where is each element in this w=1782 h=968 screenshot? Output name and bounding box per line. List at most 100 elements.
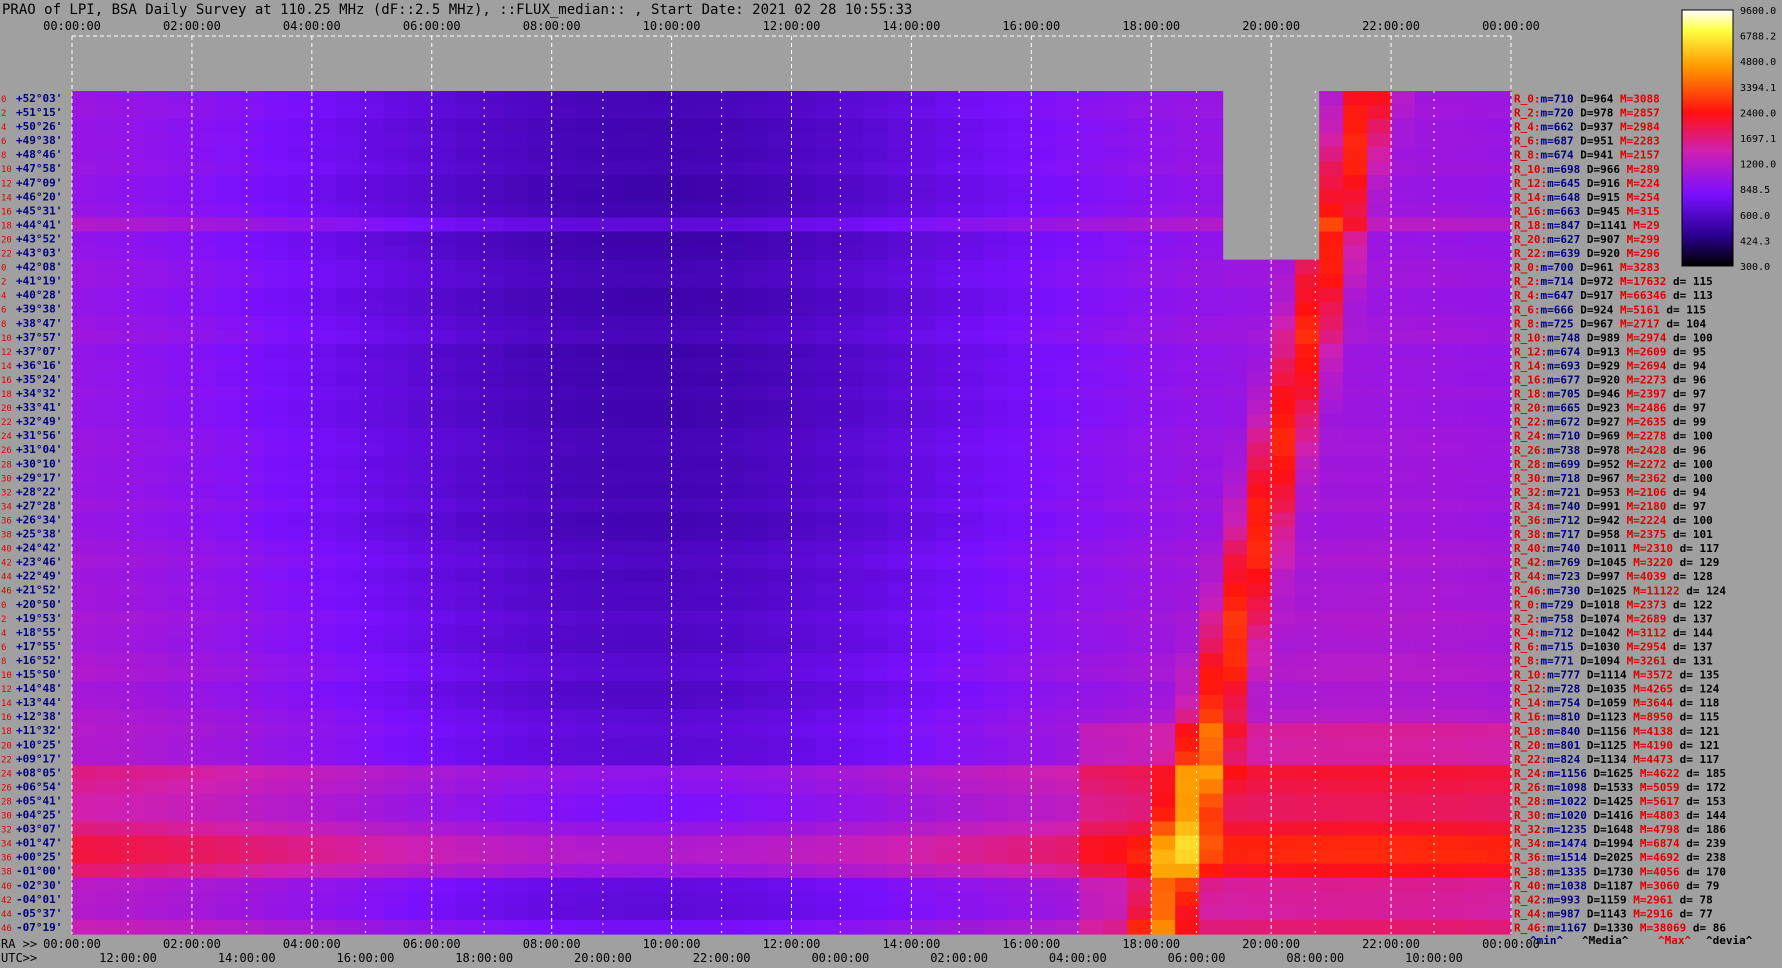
heatmap-cell — [335, 203, 361, 219]
heatmap-cell — [1367, 681, 1392, 696]
heatmap-cell — [311, 540, 337, 556]
heatmap-cell — [1343, 779, 1368, 795]
heatmap-cell — [1391, 105, 1416, 120]
heatmap-cell — [95, 498, 121, 514]
heatmap-cell — [1295, 835, 1320, 851]
stats-row: R_16:m=663 D=945 M=315 — [1514, 205, 1660, 218]
heatmap-cell — [143, 161, 169, 176]
heatmap-cell — [1463, 709, 1488, 724]
heatmap-cell — [743, 329, 769, 345]
heatmap-cell — [1271, 147, 1296, 162]
heatmap-cell — [1151, 231, 1176, 247]
beam-label: 20 — [1, 404, 12, 414]
heatmap-cell — [1199, 470, 1224, 485]
heatmap-cell — [167, 484, 193, 500]
heatmap-cell — [959, 877, 984, 893]
heatmap-cell — [1223, 638, 1248, 654]
heatmap-cell — [935, 245, 960, 261]
heatmap-cell — [1031, 681, 1056, 696]
stats-value: d= 129 — [1673, 556, 1719, 569]
heatmap-cell — [239, 105, 265, 120]
heatmap-cell — [455, 596, 481, 612]
heatmap-cell — [887, 723, 913, 738]
heatmap-cell — [887, 638, 913, 654]
heatmap-cell — [72, 821, 97, 837]
heatmap-cell — [1199, 372, 1224, 387]
heatmap-cell — [335, 554, 361, 570]
stats-footer-label: ^devia^ — [1706, 934, 1753, 947]
heatmap-cell — [791, 653, 817, 668]
heatmap-cell — [671, 203, 697, 219]
heatmap-cell — [311, 653, 337, 668]
beam-label: 16 — [1, 713, 12, 723]
heatmap-cell — [1151, 807, 1176, 823]
heatmap-cell — [431, 821, 457, 837]
heatmap-cell — [503, 610, 529, 626]
heatmap-cell — [1127, 343, 1152, 359]
beam-label: 40 — [1, 882, 12, 892]
heatmap-cell — [1271, 105, 1296, 120]
heatmap-cell — [1439, 779, 1464, 795]
heatmap-cell — [1079, 301, 1104, 317]
heatmap-cell — [455, 667, 481, 682]
heatmap-cell — [239, 301, 265, 317]
heatmap-cell — [1439, 596, 1464, 612]
heatmap-cell — [119, 231, 145, 247]
heatmap-cell — [479, 568, 505, 584]
heatmap-cell — [335, 105, 361, 120]
heatmap-cell — [863, 891, 889, 907]
stats-value: m=721 — [1547, 486, 1587, 499]
heatmap-cell — [1367, 498, 1392, 514]
heatmap-cell — [335, 723, 361, 738]
heatmap-cell — [167, 793, 193, 809]
heatmap-cell — [215, 470, 241, 485]
heatmap-cell — [1391, 540, 1416, 556]
heatmap-cell — [1439, 273, 1464, 289]
heatmap-cell — [983, 217, 1008, 233]
heatmap-cell — [863, 372, 889, 387]
heatmap-cell — [767, 259, 793, 275]
stats-value: D=1025 — [1587, 584, 1633, 597]
heatmap-cell — [863, 807, 889, 823]
heatmap-cell — [1031, 498, 1056, 514]
heatmap-cell — [1439, 175, 1464, 190]
beam-label: 4 — [1, 292, 6, 302]
heatmap-cell — [671, 638, 697, 654]
heatmap-cell — [1343, 301, 1368, 317]
heatmap-cell — [719, 863, 745, 879]
heatmap-cell — [287, 554, 313, 570]
heatmap-cell — [167, 428, 193, 443]
heatmap-cell — [1223, 442, 1248, 457]
heatmap-cell — [311, 442, 337, 457]
heatmap-cell — [1079, 133, 1104, 148]
heatmap-cell — [1103, 329, 1128, 345]
heatmap-cell — [767, 540, 793, 556]
heatmap-cell — [167, 133, 193, 148]
heatmap-cell — [1103, 709, 1128, 724]
heatmap-cell — [695, 91, 721, 106]
heatmap-cell — [935, 751, 960, 766]
stats-row: R_20:m=665 D=923 M=2486 d= 97 — [1514, 402, 1706, 415]
heatmap-cell — [503, 484, 529, 500]
heatmap-cell — [1199, 428, 1224, 443]
heatmap-cell — [959, 681, 984, 696]
heatmap-cell — [863, 301, 889, 317]
heatmap-cell — [719, 849, 745, 865]
stats-value: m=777 — [1547, 669, 1587, 682]
heatmap-cell — [1415, 442, 1440, 457]
heatmap-cell — [1199, 765, 1224, 781]
heatmap-cell — [1127, 175, 1152, 190]
heatmap-cell — [1343, 442, 1368, 457]
heatmap-cell — [1439, 891, 1464, 907]
heatmap-cell — [1463, 681, 1488, 696]
stats-value: M=3261 — [1627, 655, 1667, 668]
heatmap-cell — [167, 568, 193, 584]
heatmap-cell — [695, 315, 721, 331]
heatmap-cell — [1103, 582, 1128, 598]
declination-label: +45°31' — [16, 204, 62, 217]
declination-label: +05°41' — [16, 794, 62, 807]
heatmap-cell — [431, 203, 457, 219]
heatmap-cell — [383, 737, 409, 752]
heatmap-cell — [1439, 653, 1464, 668]
heatmap-cell — [1127, 765, 1152, 781]
